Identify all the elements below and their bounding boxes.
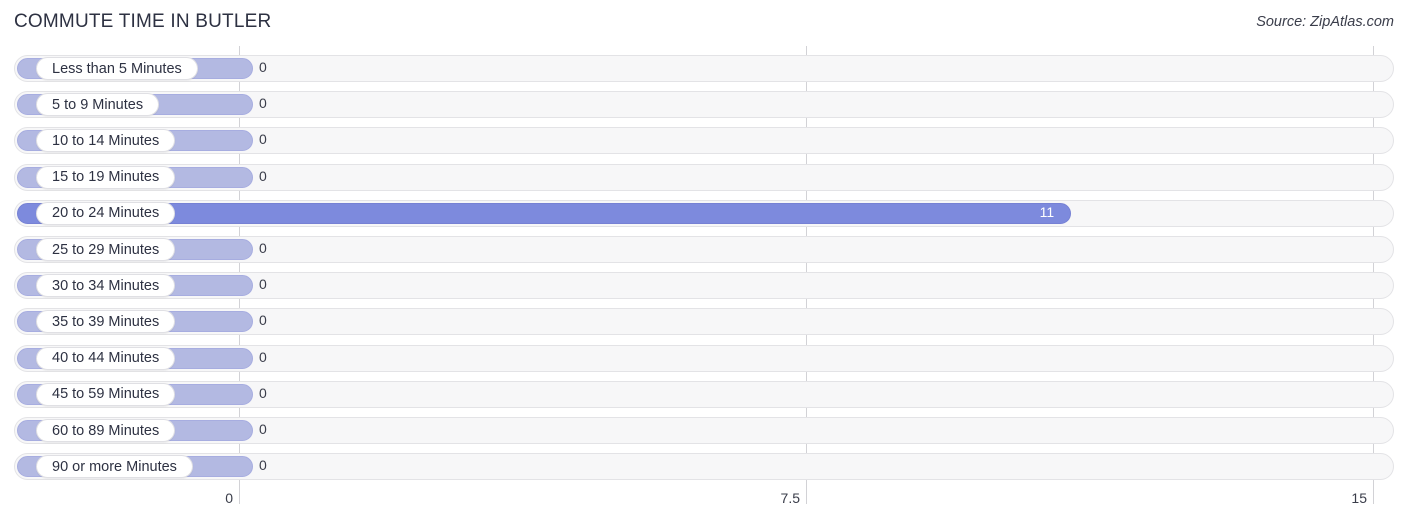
table-row[interactable]: Less than 5 Minutes 0 bbox=[14, 55, 1394, 82]
bar-category-label: 40 to 44 Minutes bbox=[36, 346, 176, 370]
bar-value-label: 0 bbox=[259, 312, 267, 329]
bar-value-label: 0 bbox=[259, 131, 267, 148]
table-row[interactable]: 60 to 89 Minutes 0 bbox=[14, 417, 1394, 444]
bar-category-label: 5 to 9 Minutes bbox=[36, 93, 160, 117]
table-row[interactable]: 90 or more Minutes 0 bbox=[14, 453, 1394, 481]
axis-tick-label: 7.5 bbox=[780, 490, 800, 506]
table-row[interactable]: 20 to 24 Minutes 11 bbox=[14, 199, 1394, 227]
bar-category-label-text: 35 to 39 Minutes bbox=[52, 313, 160, 330]
table-row[interactable]: 30 to 34 Minutes 0 bbox=[14, 272, 1394, 300]
axis-tick-mark bbox=[806, 486, 807, 504]
bar-category-label-text: 5 to 9 Minutes bbox=[52, 96, 144, 113]
table-row[interactable]: 40 to 44 Minutes 0 bbox=[14, 344, 1394, 372]
chart-plot-area: Less than 5 Minutes 0 5 to 9 Minutes 0 10 to… bbox=[0, 46, 1406, 486]
bar-value-label: 0 bbox=[259, 348, 267, 365]
bar-category-label-text: 90 or more Minutes bbox=[52, 458, 177, 475]
bar-value-label: 0 bbox=[259, 167, 267, 184]
bar-category-label-text: 15 to 19 Minutes bbox=[52, 169, 160, 186]
bar-category-label: Less than 5 Minutes bbox=[36, 57, 198, 80]
table-row[interactable]: 10 to 14 Minutes 0 bbox=[14, 127, 1394, 155]
x-axis: 0 7.5 15 bbox=[0, 486, 1406, 523]
bar-category-label: 15 to 19 Minutes bbox=[36, 165, 176, 189]
bar-category-label: 10 to 14 Minutes bbox=[36, 129, 176, 153]
bar-value-label: 0 bbox=[259, 95, 267, 112]
bar-category-label: 35 to 39 Minutes bbox=[36, 310, 176, 334]
bar-category-label-text: 25 to 29 Minutes bbox=[52, 241, 160, 258]
bar-rows: Less than 5 Minutes 0 5 to 9 Minutes 0 10 to… bbox=[0, 46, 1406, 486]
bar-category-label-text: 45 to 59 Minutes bbox=[52, 386, 160, 403]
bar[interactable] bbox=[17, 202, 1071, 224]
table-row[interactable]: 35 to 39 Minutes 0 bbox=[14, 308, 1394, 336]
bar-category-label: 25 to 29 Minutes bbox=[36, 238, 176, 261]
table-row[interactable]: 25 to 29 Minutes 0 bbox=[14, 236, 1394, 263]
axis-tick-mark bbox=[239, 486, 240, 504]
bar-category-label: 60 to 89 Minutes bbox=[36, 419, 176, 442]
axis-tick-label: 0 bbox=[225, 490, 233, 506]
bar-value-label: 11 bbox=[1039, 203, 1055, 220]
bar-category-label: 45 to 59 Minutes bbox=[36, 382, 176, 406]
bar-value-label: 0 bbox=[259, 59, 267, 75]
bar-value-label: 0 bbox=[259, 384, 267, 401]
bar-category-label-text: 10 to 14 Minutes bbox=[52, 132, 160, 149]
bar-value-label: 0 bbox=[259, 276, 267, 293]
table-row[interactable]: 15 to 19 Minutes 0 bbox=[14, 163, 1394, 191]
bar-category-label: 20 to 24 Minutes bbox=[36, 201, 176, 225]
bar-category-label-text: Less than 5 Minutes bbox=[52, 60, 182, 77]
bar-value-label: 0 bbox=[259, 421, 267, 437]
axis-tick-mark bbox=[1373, 486, 1374, 504]
table-row[interactable]: 5 to 9 Minutes 0 bbox=[14, 91, 1394, 119]
page-title: COMMUTE TIME IN BUTLER bbox=[14, 11, 272, 32]
bar-category-label-text: 60 to 89 Minutes bbox=[52, 422, 160, 439]
bar-category-label-text: 30 to 34 Minutes bbox=[52, 277, 160, 294]
bar-value-label: 0 bbox=[259, 240, 267, 256]
bar-value-label: 0 bbox=[259, 457, 267, 474]
axis-tick-label: 15 bbox=[1351, 490, 1367, 506]
bar-category-label-text: 20 to 24 Minutes bbox=[52, 205, 160, 222]
source-attribution: Source: ZipAtlas.com bbox=[1256, 14, 1394, 30]
bar-category-label-text: 40 to 44 Minutes bbox=[52, 350, 160, 367]
chart-header: COMMUTE TIME IN BUTLER Source: ZipAtlas.… bbox=[0, 0, 1406, 46]
table-row[interactable]: 45 to 59 Minutes 0 bbox=[14, 380, 1394, 408]
bar-category-label: 90 or more Minutes bbox=[36, 455, 193, 479]
bar-category-label: 30 to 34 Minutes bbox=[36, 274, 176, 298]
